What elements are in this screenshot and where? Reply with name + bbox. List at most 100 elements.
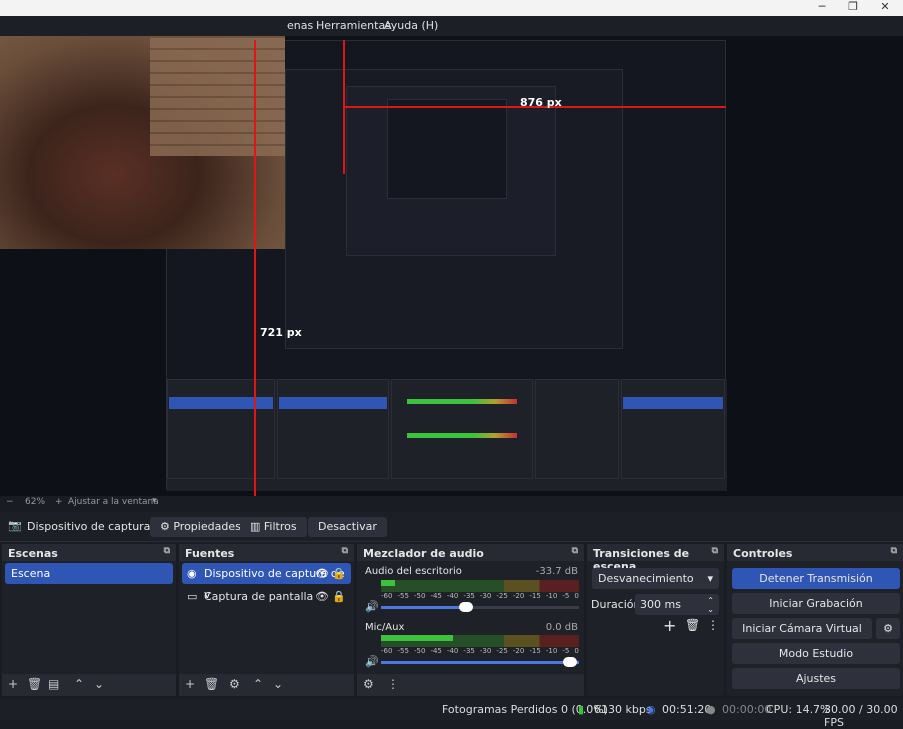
popout-icon[interactable]: ⧉ [891,546,897,556]
meter-ticks: -60 -55 -50 -45 -40 -35 -30 -25 -20 -15 -10 -5 0 [381,647,579,655]
title-bar: ─ ❐ ✕ [0,0,903,16]
popout-icon[interactable]: ⧉ [712,546,718,556]
cpu-usage: CPU: 14.7% [766,703,831,716]
nested-preview-frame-2 [285,69,623,349]
popout-icon[interactable]: ⧉ [342,546,348,556]
status-bar: Fotogramas Perdidos 0 (0.0%) ▮ 6130 kbps… [0,698,903,729]
advanced-audio-icon[interactable]: ⚙ [363,677,374,691]
transition-select[interactable]: Desvanecimiento ▾ [592,568,719,589]
lock-icon[interactable]: 🔒 [332,563,346,584]
speaker-icon[interactable]: 🔊 [365,655,379,668]
menu-help[interactable]: Ayuda (H) [384,19,438,32]
gear-icon[interactable]: ⚙ [229,677,240,691]
filter-icon[interactable]: ▤ [48,677,59,691]
settings-button[interactable]: Ajustes [732,668,900,689]
record-icon: ● [706,703,716,716]
audio-mixer-dock: Mezclador de audio ⧉ Audio del escritorio… [357,544,584,696]
deactivate-button[interactable]: Desactivar [308,517,387,537]
nested-preview-frame-3 [346,86,556,256]
fit-window-label[interactable]: Ajustar a la ventana [68,497,159,507]
scene-item[interactable]: Escena [5,563,173,584]
eye-icon[interactable]: 👁 [315,563,329,584]
stream-icon: ◉ [646,703,656,716]
arrow-down-icon[interactable]: ⌄ [273,677,283,691]
camera-icon: ◉ [187,567,197,580]
filters-button[interactable]: ▥ Filtros [240,517,307,537]
zoom-bar: − 62% + Ajustar a la ventana ▾ [0,496,903,510]
controls-title: Controles ⧉ [727,544,903,561]
sources-title: Fuentes ⧉ [179,544,354,561]
width-label: 876 px [520,96,562,109]
gear-icon: ⚙ [160,520,174,533]
channel-name: Mic/Aux [365,622,405,633]
duration-label: Duración [591,598,641,611]
monitor-icon: ▭ [187,590,198,603]
channel-db: 0.0 dB [545,622,578,633]
menu-scenes[interactable]: enas [287,19,313,32]
source-item-camera[interactable]: ◉ Dispositivo de captura de v 👁 🔒 [182,563,351,601]
eye-icon[interactable]: 👁 [315,586,329,607]
volume-slider-handle[interactable] [563,657,577,667]
mixer-footer: ⚙ ⋮ [357,674,584,696]
volume-slider-track[interactable] [381,602,579,612]
sources-footer: + 🗑 ⚙ ⌃ ⌄ [179,674,354,696]
menu-tools[interactable]: Herramientas [316,19,391,32]
volume-slider-handle[interactable] [459,602,473,612]
mixer-title: Mezclador de audio ⧉ [357,544,584,561]
trash-icon[interactable]: 🗑 [27,677,42,691]
virtual-camera-button[interactable]: Iniciar Cámara Virtual [732,618,872,639]
scenes-title: Escenas ⧉ [2,544,176,561]
stop-stream-button[interactable]: Detener Transmisión [732,568,900,589]
meter-level [381,635,453,641]
meter-ticks: -60 -55 -50 -45 -40 -35 -30 -25 -20 -15 -10 -5 0 [381,592,579,600]
add-icon[interactable]: + [663,616,676,635]
restore-button[interactable]: ❐ [838,0,868,16]
record-time: 00:00:00 [722,703,772,716]
menu-dots-icon[interactable]: ⋮ [387,677,399,691]
close-button[interactable]: ✕ [870,0,900,16]
preview-canvas[interactable]: 876 px 721 px [0,36,903,496]
signal-icon: ▮ [578,703,585,716]
stream-time: 00:51:20 [662,703,712,716]
trash-icon[interactable]: 🗑 [685,618,700,632]
trash-icon[interactable]: 🗑 [204,677,219,691]
start-recording-button[interactable]: Iniciar Grabación [732,593,900,614]
zoom-out-icon[interactable]: − [6,497,14,507]
popout-icon[interactable]: ⧉ [572,546,578,556]
chevron-down-icon[interactable]: ▾ [152,496,157,506]
menu-bar: enas Herramientas Ayuda (H) [0,16,903,36]
channel-db: -33.7 dB [535,566,578,577]
menu-dots-icon[interactable]: ⋮ [707,618,719,632]
channel-name: Audio del escritorio [365,566,462,577]
controls-dock: Controles ⧉ Detener Transmisión Iniciar G… [727,544,903,696]
camera-icon: 📷 [8,519,22,532]
height-label: 721 px [260,326,302,339]
add-icon[interactable]: + [185,677,195,691]
gear-icon[interactable]: ⚙ [876,618,900,639]
filter-icon: ▥ [250,520,264,533]
volume-slider-track[interactable] [381,657,579,667]
popout-icon[interactable]: ⧉ [164,546,170,556]
source-item-screen[interactable]: ▭ Captura de pantalla 👁 🔒 [182,586,351,607]
scenes-footer: + 🗑 ▤ ⌃ ⌄ [2,674,176,696]
transitions-title: Transiciones de escena ⧉ [587,544,724,573]
scenes-dock: Escenas ⧉ Escena + 🗑 ▤ ⌃ ⌄ [2,544,176,696]
spin-arrows-icon[interactable]: ⌃ ⌄ [707,596,714,614]
duration-input[interactable]: 300 ms ⌃ ⌄ [635,594,719,615]
red-guide-vertical [254,40,256,496]
source-toolbar: 📷 Dispositivo de captura de v ⚙ Propieda… [0,512,903,542]
sources-dock: Fuentes ⧉ ◉ Dispositivo de captura de v 👁… [179,544,354,696]
transitions-dock: Transiciones de escena ⧉ Desvanecimiento ▾… [587,544,724,696]
nested-docks [167,379,727,491]
lock-icon[interactable]: 🔒 [332,586,346,607]
zoom-in-icon[interactable]: + [55,497,63,507]
arrow-up-icon[interactable]: ⌃ [74,677,84,691]
nested-preview-frame-4 [387,99,507,199]
arrow-down-icon[interactable]: ⌄ [94,677,104,691]
arrow-up-icon[interactable]: ⌃ [253,677,263,691]
add-icon[interactable]: + [8,677,18,691]
speaker-icon[interactable]: 🔊 [365,600,379,613]
properties-button[interactable]: ⚙ Propiedades [150,517,251,537]
studio-mode-button[interactable]: Modo Estudio [732,643,900,664]
minimize-button[interactable]: ─ [807,0,837,16]
